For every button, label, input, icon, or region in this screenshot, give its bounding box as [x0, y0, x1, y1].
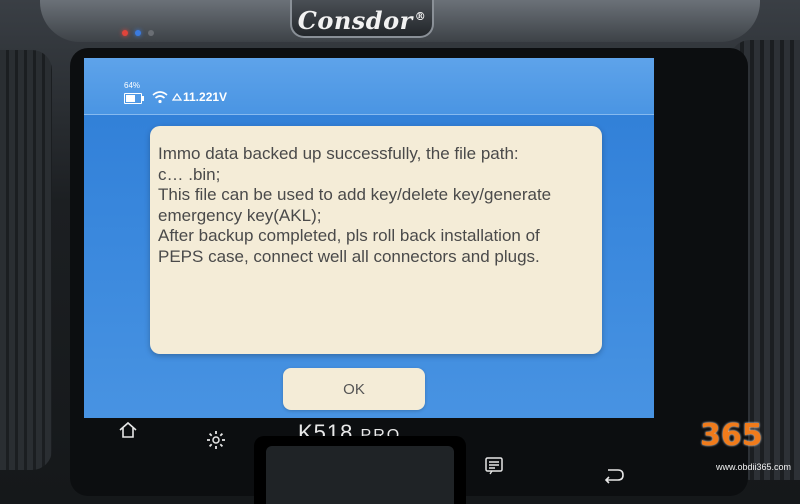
message-line: PEPS case, connect well all connectors a…	[158, 246, 540, 266]
screen: 64% 11.221V Immo data backed up successf…	[84, 58, 654, 418]
message-line: Immo data backed up successfully, the fi…	[158, 144, 519, 163]
red-led-indicator	[122, 30, 128, 36]
back-arrow-icon[interactable]	[602, 466, 626, 484]
registered-mark: ®	[414, 10, 427, 23]
ok-button[interactable]: OK	[283, 368, 425, 410]
battery-percent: 64%	[124, 81, 141, 90]
dialog-message: Immo data backed up successfully, the fi…	[158, 144, 598, 267]
message-line: emergency key(AKL);	[158, 205, 322, 225]
dim-led-indicator	[148, 30, 154, 36]
message-list-icon[interactable]	[484, 456, 504, 476]
message-line: c… .bin;	[158, 164, 221, 184]
gear-icon[interactable]	[206, 430, 226, 450]
message-dialog: Immo data backed up successfully, the fi…	[150, 126, 602, 354]
message-line: This file can be used to add key/delete …	[158, 185, 552, 204]
camera-housing	[266, 446, 454, 504]
battery-level-fill	[126, 95, 135, 102]
blue-led-indicator	[135, 30, 141, 36]
wifi-icon	[152, 91, 168, 104]
brand-logo: Consdor ®	[290, 0, 434, 38]
home-icon[interactable]	[118, 420, 138, 440]
device-body: Consdor ® 64% 11.221V Immo data backed up…	[0, 0, 800, 504]
voltage-reading: 11.221V	[183, 90, 228, 104]
left-grip	[0, 50, 52, 470]
watermark-logo: 365	[700, 418, 763, 453]
brand-name: Consdor	[297, 6, 413, 35]
battery-icon	[124, 93, 144, 104]
status-bar: 64% 11.221V	[84, 58, 654, 115]
voltage-icon	[172, 92, 182, 101]
message-line: After backup completed, pls roll back in…	[158, 226, 540, 245]
watermark-url: www.obdii365.com	[716, 462, 792, 472]
